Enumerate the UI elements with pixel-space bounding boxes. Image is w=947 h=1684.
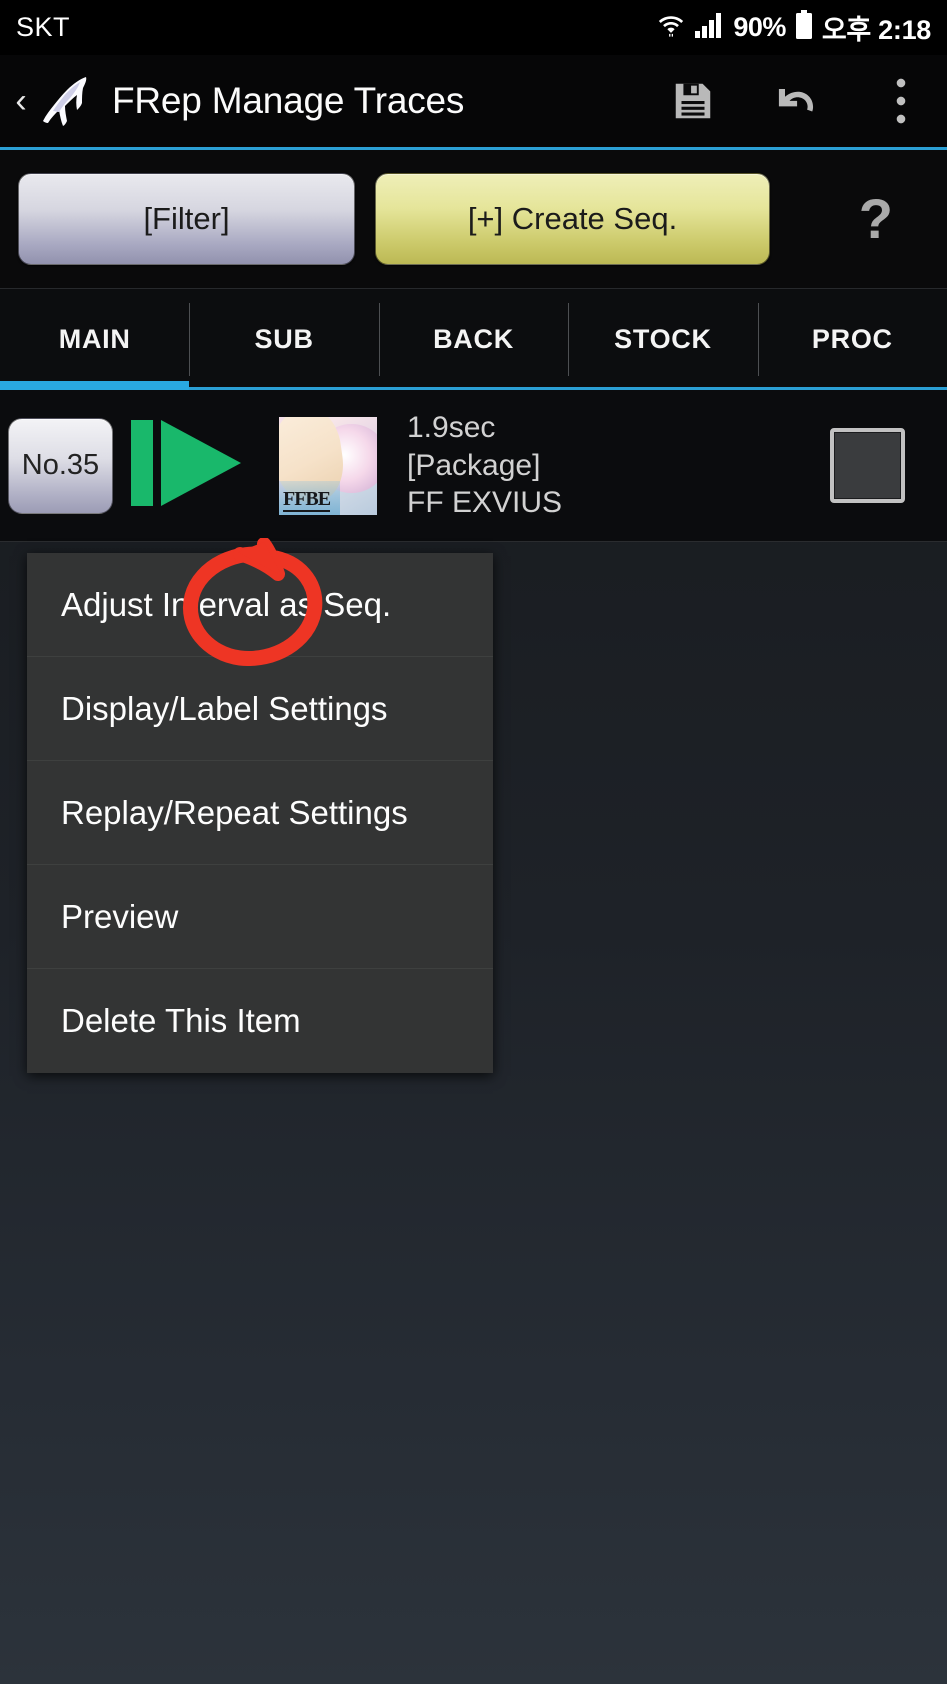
play-from-start-icon[interactable] — [129, 414, 249, 517]
trace-duration: 1.9sec — [407, 411, 496, 445]
tab-sub[interactable]: SUB — [189, 289, 379, 390]
tab-label: BACK — [433, 324, 514, 354]
tab-label: STOCK — [614, 324, 712, 354]
table-row[interactable]: No.35 FFBE 1.9sec [Package] FF EXVIUS — [0, 390, 947, 542]
context-menu: Adjust Interval as Seq. Display/Label Se… — [27, 553, 493, 1073]
status-bar: SKT 90% 오후 2:18 — [0, 0, 947, 55]
help-icon[interactable]: ? — [859, 191, 893, 247]
tab-bar: MAIN SUB BACK STOCK PROC — [0, 288, 947, 390]
filter-button[interactable]: [Filter] — [18, 173, 355, 265]
create-seq-button[interactable]: [+] Create Seq. — [375, 173, 770, 265]
trace-details: 1.9sec [Package] FF EXVIUS — [407, 411, 562, 520]
tab-label: MAIN — [58, 324, 131, 354]
app-bar-actions — [669, 77, 925, 125]
battery-icon — [795, 10, 813, 45]
trace-app-name: FF EXVIUS — [407, 486, 563, 520]
save-icon[interactable] — [669, 77, 717, 125]
menu-item-adjust-interval[interactable]: Adjust Interval as Seq. — [27, 553, 493, 657]
tab-stock[interactable]: STOCK — [568, 289, 758, 390]
tab-proc[interactable]: PROC — [757, 289, 947, 390]
trace-list: No.35 FFBE 1.9sec [Package] FF EXVIUS — [0, 390, 947, 542]
app-bar: ‹ FRep Manage Traces — [0, 55, 947, 150]
carrier-label: SKT — [16, 12, 71, 42]
row-checkbox[interactable] — [830, 428, 905, 503]
battery-percent-label: 90% — [733, 12, 786, 42]
trace-number-badge[interactable]: No.35 — [8, 417, 113, 514]
app-logo-icon — [36, 72, 98, 130]
menu-item-replay-repeat-settings[interactable]: Replay/Repeat Settings — [27, 761, 493, 865]
tab-active-indicator — [0, 381, 190, 390]
status-bar-right: 90% 오후 2:18 — [657, 8, 931, 47]
overflow-menu-icon[interactable] — [877, 77, 925, 125]
clock-label: 오후 2:18 — [821, 15, 931, 45]
page-title: FRep Manage Traces — [112, 80, 465, 121]
tab-label: PROC — [811, 324, 893, 354]
menu-item-delete-this-item[interactable]: Delete This Item — [27, 969, 493, 1073]
wifi-icon — [657, 11, 685, 44]
menu-item-preview[interactable]: Preview — [27, 865, 493, 969]
thumbnail-logo-text: FFBE — [283, 487, 331, 512]
tab-main[interactable]: MAIN — [0, 289, 190, 390]
app-thumbnail: FFBE — [279, 416, 377, 515]
back-chevron-icon[interactable]: ‹ — [8, 84, 34, 118]
action-toolbar: [Filter] [+] Create Seq. ? — [0, 150, 947, 288]
signal-bars-icon — [694, 11, 724, 44]
trace-type: [Package] — [407, 448, 541, 482]
tab-back[interactable]: BACK — [378, 289, 569, 390]
phone-screen: SKT 90% 오후 2:18 ‹ FRep Manage Traces [Fi… — [0, 0, 947, 1684]
undo-icon[interactable] — [773, 77, 821, 125]
menu-item-display-label-settings[interactable]: Display/Label Settings — [27, 657, 493, 761]
tab-label: SUB — [254, 324, 314, 354]
